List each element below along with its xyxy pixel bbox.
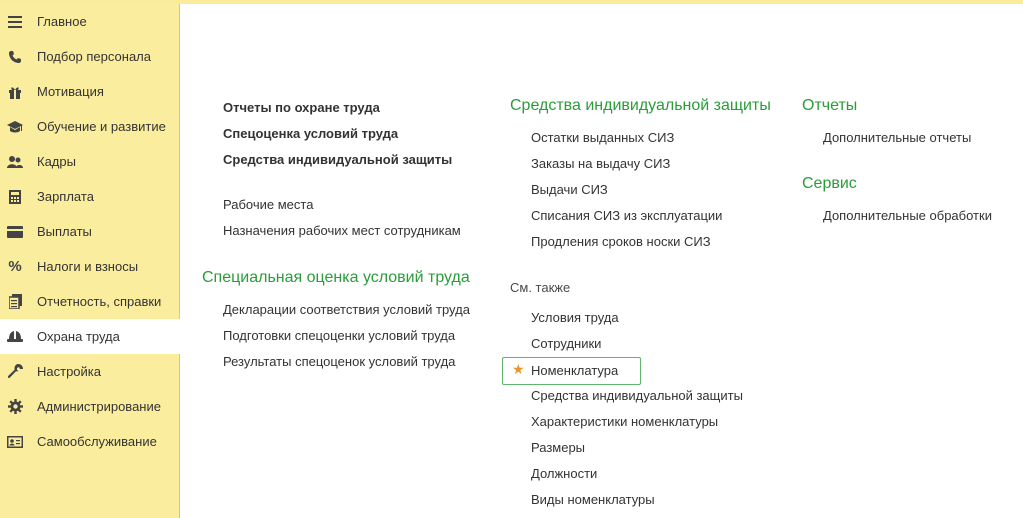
- sidebar-item-salary[interactable]: Зарплата: [0, 179, 180, 214]
- sidebar: Главное Подбор персонала Мотивация Обуче…: [0, 4, 180, 518]
- link-labor-protection-reports[interactable]: Отчеты по охране труда: [223, 100, 380, 115]
- sidebar-item-label: Налоги и взносы: [37, 259, 139, 274]
- link-ppe-bold[interactable]: Средства индивидуальной защиты: [223, 152, 452, 167]
- link-ppe-catalog[interactable]: Средства индивидуальной защиты: [531, 388, 743, 403]
- sidebar-item-recruiting[interactable]: Подбор персонала: [0, 39, 180, 74]
- link-working-conditions[interactable]: Условия труда: [531, 310, 619, 325]
- sidebar-item-administration[interactable]: Администрирование: [0, 389, 180, 424]
- section-title-service: Сервис: [802, 175, 857, 192]
- favorite-star-icon[interactable]: ★: [512, 361, 525, 378]
- sidebar-item-labor-protection[interactable]: Охрана труда: [0, 319, 180, 354]
- link-sizes[interactable]: Размеры: [531, 440, 585, 455]
- section-title-ppe: Средства индивидуальной защиты: [510, 97, 771, 114]
- link-positions[interactable]: Должности: [531, 466, 597, 481]
- sidebar-item-taxes[interactable]: % Налоги и взносы: [0, 249, 180, 284]
- calculator-icon: [7, 189, 23, 205]
- link-workplaces[interactable]: Рабочие места: [223, 197, 313, 212]
- section-title-reports: Отчеты: [802, 97, 858, 114]
- link-assessment-preparations[interactable]: Подготовки спецоценки условий труда: [223, 328, 455, 343]
- link-declarations[interactable]: Декларации соответствия условий труда: [223, 302, 470, 317]
- link-workplace-assignments[interactable]: Назначения рабочих мест сотрудникам: [223, 223, 461, 238]
- sidebar-item-label: Администрирование: [37, 399, 161, 414]
- gear-icon: [7, 399, 23, 415]
- sidebar-item-label: Отчетность, справки: [37, 294, 162, 309]
- hard-hat-icon: [7, 329, 23, 345]
- link-employees[interactable]: Сотрудники: [531, 336, 601, 351]
- sidebar-item-label: Выплаты: [37, 224, 92, 239]
- link-nomenclature-characteristics[interactable]: Характеристики номенклатуры: [531, 414, 718, 429]
- sidebar-item-label: Мотивация: [37, 84, 104, 99]
- link-ppe-issues[interactable]: Выдачи СИЗ: [531, 182, 608, 197]
- link-special-assessment[interactable]: Спецоценка условий труда: [223, 126, 398, 141]
- sidebar-item-label: Настройка: [37, 364, 101, 379]
- documents-icon: [7, 294, 23, 310]
- sidebar-item-label: Охрана труда: [37, 329, 120, 344]
- link-assessment-results[interactable]: Результаты спецоценок условий труда: [223, 354, 455, 369]
- sidebar-item-training[interactable]: Обучение и развитие: [0, 109, 180, 144]
- section-title-special-assessment: Специальная оценка условий труда: [202, 269, 470, 286]
- link-additional-reports[interactable]: Дополнительные отчеты: [823, 130, 971, 145]
- link-ppe-extensions[interactable]: Продления сроков носки СИЗ: [531, 234, 711, 249]
- link-ppe-writeoffs[interactable]: Списания СИЗ из эксплуатации: [531, 208, 722, 223]
- sidebar-item-label: Самообслуживание: [37, 434, 157, 449]
- percent-icon: %: [8, 258, 22, 275]
- content-area: [181, 4, 1023, 518]
- sidebar-item-label: Кадры: [37, 154, 76, 169]
- sidebar-item-hr[interactable]: Кадры: [0, 144, 180, 179]
- link-additional-processing[interactable]: Дополнительные обработки: [823, 208, 992, 223]
- sidebar-item-label: Зарплата: [37, 189, 94, 204]
- sidebar-item-reporting[interactable]: Отчетность, справки: [0, 284, 180, 319]
- link-nomenclature[interactable]: Номенклатура: [531, 363, 618, 378]
- menu-lines-icon: [7, 14, 23, 30]
- id-card-icon: [7, 434, 23, 450]
- see-also-label: См. также: [510, 280, 571, 295]
- sidebar-item-payments[interactable]: Выплаты: [0, 214, 180, 249]
- sidebar-item-settings[interactable]: Настройка: [0, 354, 180, 389]
- link-ppe-orders[interactable]: Заказы на выдачу СИЗ: [531, 156, 670, 171]
- people-icon: [7, 154, 23, 170]
- sidebar-item-main[interactable]: Главное: [0, 4, 180, 39]
- phone-icon: [7, 49, 23, 65]
- sidebar-item-label: Подбор персонала: [37, 49, 151, 64]
- sidebar-item-motivation[interactable]: Мотивация: [0, 74, 180, 109]
- link-nomenclature-types[interactable]: Виды номенклатуры: [531, 492, 655, 507]
- card-icon: [7, 224, 23, 240]
- wrench-icon: [7, 364, 23, 380]
- sidebar-item-label: Обучение и развитие: [37, 119, 166, 134]
- link-ppe-balances[interactable]: Остатки выданных СИЗ: [531, 130, 674, 145]
- graduation-cap-icon: [7, 119, 23, 135]
- sidebar-item-self-service[interactable]: Самообслуживание: [0, 424, 180, 459]
- gift-icon: [7, 84, 23, 100]
- sidebar-item-label: Главное: [37, 14, 87, 29]
